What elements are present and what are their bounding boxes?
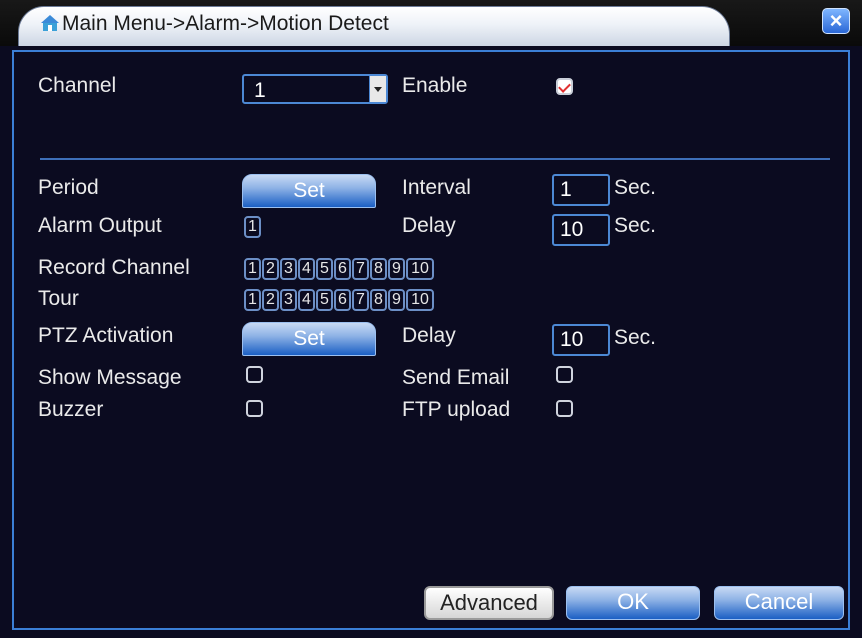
record-channel-4[interactable]: 4 [298, 258, 315, 280]
tour-2[interactable]: 2 [262, 289, 279, 311]
enable-label: Enable [402, 74, 468, 97]
record-channel-1[interactable]: 1 [244, 258, 261, 280]
record-channel-label: Record Channel [38, 256, 190, 279]
period-set-button[interactable]: Set [242, 174, 376, 208]
record-channel-2[interactable]: 2 [262, 258, 279, 280]
send-email-label: Send Email [402, 366, 510, 389]
buzzer-checkbox[interactable] [246, 400, 263, 417]
delay-label: Delay [402, 214, 456, 237]
tour-9[interactable]: 9 [388, 289, 405, 311]
interval-input[interactable]: 1 [552, 174, 610, 206]
delay-unit: Sec. [614, 214, 657, 237]
channel-value: 1 [254, 79, 266, 102]
motion-detect-window: Main Menu->Alarm->Motion Detect × Channe… [0, 0, 862, 638]
interval-label: Interval [402, 176, 471, 199]
cancel-button[interactable]: Cancel [714, 586, 844, 620]
enable-checkbox[interactable] [556, 78, 573, 95]
tour-3[interactable]: 3 [280, 289, 297, 311]
record-channel-8[interactable]: 8 [370, 258, 387, 280]
tour-7[interactable]: 7 [352, 289, 369, 311]
record-channel-5[interactable]: 5 [316, 258, 333, 280]
record-channel-10[interactable]: 10 [406, 258, 434, 280]
record-channel-9[interactable]: 9 [388, 258, 405, 280]
ftp-upload-label: FTP upload [402, 398, 511, 421]
ptz-delay-input[interactable]: 10 [552, 324, 610, 356]
ok-button[interactable]: OK [566, 586, 700, 620]
show-message-checkbox[interactable] [246, 366, 263, 383]
tour-8[interactable]: 8 [370, 289, 387, 311]
tour-5[interactable]: 5 [316, 289, 333, 311]
alarm-output-1[interactable]: 1 [244, 216, 261, 238]
alarm-output-label: Alarm Output [38, 214, 162, 237]
delay-input[interactable]: 10 [552, 214, 610, 246]
window-title: Main Menu->Alarm->Motion Detect [62, 12, 389, 35]
section-divider [40, 158, 830, 160]
home-icon [41, 15, 59, 31]
record-channel-3[interactable]: 3 [280, 258, 297, 280]
interval-unit: Sec. [614, 176, 657, 199]
record-channel-7[interactable]: 7 [352, 258, 369, 280]
ptz-set-button[interactable]: Set [242, 322, 376, 356]
period-label: Period [38, 176, 99, 199]
tour-10[interactable]: 10 [406, 289, 434, 311]
show-message-label: Show Message [38, 366, 182, 389]
ftp-upload-checkbox[interactable] [556, 400, 573, 417]
channel-label: Channel [38, 74, 117, 97]
title-bar: Main Menu->Alarm->Motion Detect × [0, 0, 862, 46]
tour-1[interactable]: 1 [244, 289, 261, 311]
channel-select[interactable]: 1 [242, 74, 388, 104]
ptz-activation-label: PTZ Activation [38, 324, 174, 347]
tour-label: Tour [38, 287, 79, 310]
close-button[interactable]: × [822, 8, 850, 34]
advanced-button[interactable]: Advanced [424, 586, 554, 620]
record-channel-6[interactable]: 6 [334, 258, 351, 280]
tour-6[interactable]: 6 [334, 289, 351, 311]
tour-4[interactable]: 4 [298, 289, 315, 311]
ptz-delay-label: Delay [402, 324, 456, 347]
ptz-delay-unit: Sec. [614, 326, 657, 349]
buzzer-label: Buzzer [38, 398, 104, 421]
send-email-checkbox[interactable] [556, 366, 573, 383]
chevron-down-icon[interactable] [369, 76, 386, 102]
close-icon: × [829, 8, 843, 33]
